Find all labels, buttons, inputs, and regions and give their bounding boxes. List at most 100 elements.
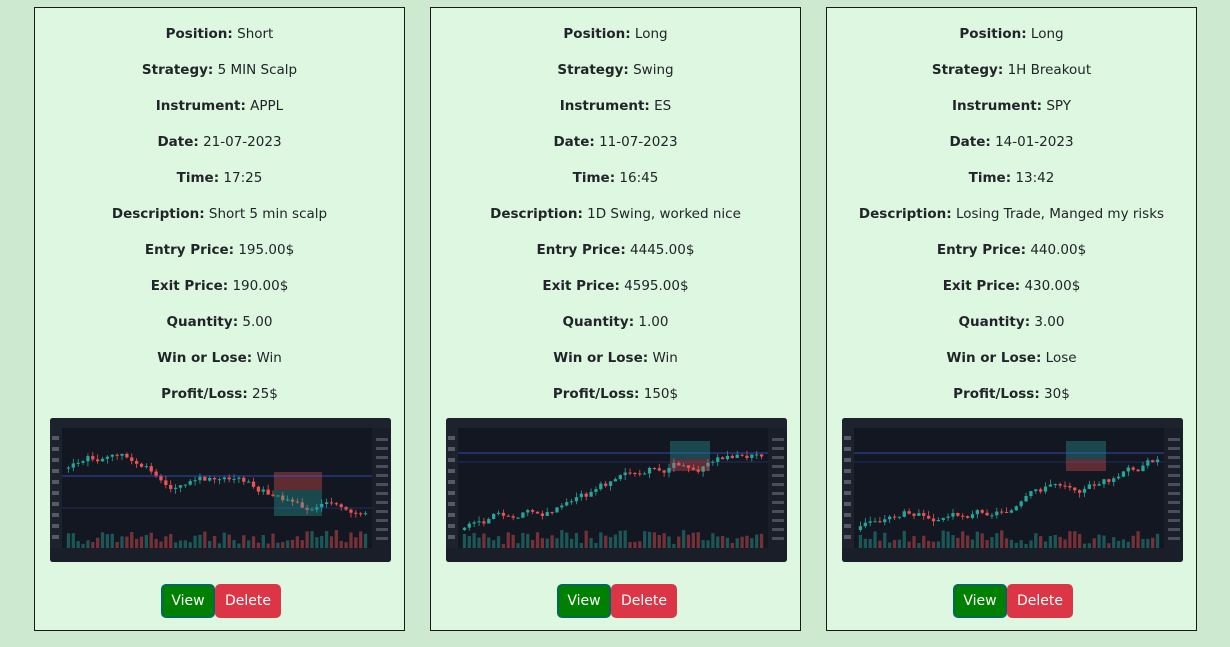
- view-button[interactable]: View: [953, 584, 1007, 618]
- view-button[interactable]: View: [557, 584, 611, 618]
- exit-price-field: Exit Price: 190.00$: [35, 277, 404, 295]
- date-value: 11-07-2023: [599, 134, 678, 150]
- strategy-field: Strategy: 1H Breakout: [827, 61, 1196, 79]
- position-label: Position:: [165, 26, 233, 42]
- position-value: Long: [634, 26, 668, 42]
- description-label: Description:: [111, 206, 205, 222]
- profit-loss-label: Profit/Loss:: [161, 386, 248, 402]
- trade-card: Position: Long Strategy: 1H Breakout Ins…: [826, 7, 1197, 631]
- entry-price-value: 440.00$: [1030, 242, 1087, 258]
- time-value: 13:42: [1015, 170, 1055, 186]
- entry-price-field: Entry Price: 195.00$: [35, 241, 404, 259]
- position-value: Long: [1030, 26, 1064, 42]
- time-value: 17:25: [223, 170, 263, 186]
- exit-price-label: Exit Price:: [150, 278, 229, 294]
- quantity-label: Quantity:: [562, 314, 635, 330]
- position-label: Position:: [959, 26, 1027, 42]
- entry-price-field: Entry Price: 4445.00$: [431, 241, 800, 259]
- instrument-field: Instrument: ES: [431, 97, 800, 115]
- instrument-value: ES: [654, 98, 672, 114]
- description-value: 1D Swing, worked nice: [587, 206, 741, 222]
- time-field: Time: 17:25: [35, 169, 404, 187]
- time-label: Time:: [176, 170, 220, 186]
- instrument-field: Instrument: APPL: [35, 97, 404, 115]
- instrument-label: Instrument:: [155, 98, 246, 114]
- quantity-value: 1.00: [638, 314, 669, 330]
- description-field: Description: Short 5 min scalp: [35, 205, 404, 223]
- trade-chart-screenshot: [842, 418, 1183, 562]
- win-lose-field: Win or Lose: Win: [431, 349, 800, 367]
- quantity-value: 3.00: [1034, 314, 1065, 330]
- entry-price-field: Entry Price: 440.00$: [827, 241, 1196, 259]
- profit-loss-label: Profit/Loss:: [552, 386, 640, 402]
- trade-chart-screenshot: [446, 418, 787, 562]
- win-lose-label: Win or Lose:: [553, 350, 649, 366]
- date-value: 21-07-2023: [203, 134, 282, 150]
- quantity-field: Quantity: 3.00: [827, 313, 1196, 331]
- win-lose-field: Win or Lose: Win: [35, 349, 404, 367]
- instrument-value: APPL: [250, 98, 284, 114]
- view-button[interactable]: View: [161, 584, 215, 618]
- exit-price-label: Exit Price:: [542, 278, 620, 294]
- position-label: Position:: [563, 26, 631, 42]
- delete-button[interactable]: Delete: [1007, 584, 1073, 618]
- entry-price-label: Entry Price:: [936, 242, 1027, 258]
- exit-price-label: Exit Price:: [942, 278, 1021, 294]
- win-lose-label: Win or Lose:: [946, 350, 1042, 366]
- exit-price-value: 4595.00$: [624, 278, 689, 294]
- quantity-label: Quantity:: [166, 314, 239, 330]
- position-field: Position: Long: [431, 25, 800, 43]
- quantity-label: Quantity:: [958, 314, 1031, 330]
- entry-price-label: Entry Price:: [144, 242, 235, 258]
- date-value: 14-01-2023: [995, 134, 1074, 150]
- strategy-field: Strategy: Swing: [431, 61, 800, 79]
- exit-price-field: Exit Price: 4595.00$: [431, 277, 800, 295]
- date-label: Date:: [157, 134, 199, 150]
- profit-loss-field: Profit/Loss: 25$: [35, 385, 404, 403]
- win-lose-value: Win: [652, 350, 678, 366]
- instrument-value: SPY: [1046, 98, 1072, 114]
- win-lose-value: Win: [256, 350, 282, 366]
- date-label: Date:: [949, 134, 991, 150]
- profit-loss-value: 30$: [1044, 386, 1070, 402]
- profit-loss-value: 25$: [252, 386, 278, 402]
- strategy-label: Strategy:: [931, 62, 1004, 78]
- strategy-label: Strategy:: [141, 62, 214, 78]
- date-field: Date: 11-07-2023: [431, 133, 800, 151]
- entry-price-value: 195.00$: [238, 242, 295, 258]
- position-field: Position: Long: [827, 25, 1196, 43]
- instrument-label: Instrument:: [559, 98, 650, 114]
- profit-loss-field: Profit/Loss: 30$: [827, 385, 1196, 403]
- win-lose-label: Win or Lose:: [157, 350, 253, 366]
- strategy-value: Swing: [633, 62, 674, 78]
- trade-card: Position: Short Strategy: 5 MIN Scalp In…: [34, 7, 405, 631]
- strategy-value: 1H Breakout: [1007, 62, 1092, 78]
- date-label: Date:: [553, 134, 595, 150]
- profit-loss-field: Profit/Loss: 150$: [431, 385, 800, 403]
- entry-price-label: Entry Price:: [536, 242, 626, 258]
- exit-price-field: Exit Price: 430.00$: [827, 277, 1196, 295]
- delete-button[interactable]: Delete: [215, 584, 281, 618]
- description-value: Losing Trade, Manged my risks: [955, 206, 1165, 222]
- description-field: Description: Losing Trade, Manged my ris…: [827, 205, 1196, 223]
- strategy-field: Strategy: 5 MIN Scalp: [35, 61, 404, 79]
- entry-price-value: 4445.00$: [630, 242, 695, 258]
- time-field: Time: 13:42: [827, 169, 1196, 187]
- position-value: Short: [237, 26, 274, 42]
- delete-button[interactable]: Delete: [611, 584, 677, 618]
- instrument-field: Instrument: SPY: [827, 97, 1196, 115]
- profit-loss-value: 150$: [643, 386, 679, 402]
- description-field: Description: 1D Swing, worked nice: [431, 205, 800, 223]
- strategy-label: Strategy:: [557, 62, 629, 78]
- exit-price-value: 190.00$: [232, 278, 289, 294]
- time-field: Time: 16:45: [431, 169, 800, 187]
- strategy-value: 5 MIN Scalp: [217, 62, 298, 78]
- quantity-value: 5.00: [242, 314, 273, 330]
- description-value: Short 5 min scalp: [208, 206, 328, 222]
- position-field: Position: Short: [35, 25, 404, 43]
- exit-price-value: 430.00$: [1024, 278, 1081, 294]
- time-value: 16:45: [619, 170, 659, 186]
- quantity-field: Quantity: 1.00: [431, 313, 800, 331]
- date-field: Date: 14-01-2023: [827, 133, 1196, 151]
- trade-card: Position: Long Strategy: Swing Instrumen…: [430, 7, 801, 631]
